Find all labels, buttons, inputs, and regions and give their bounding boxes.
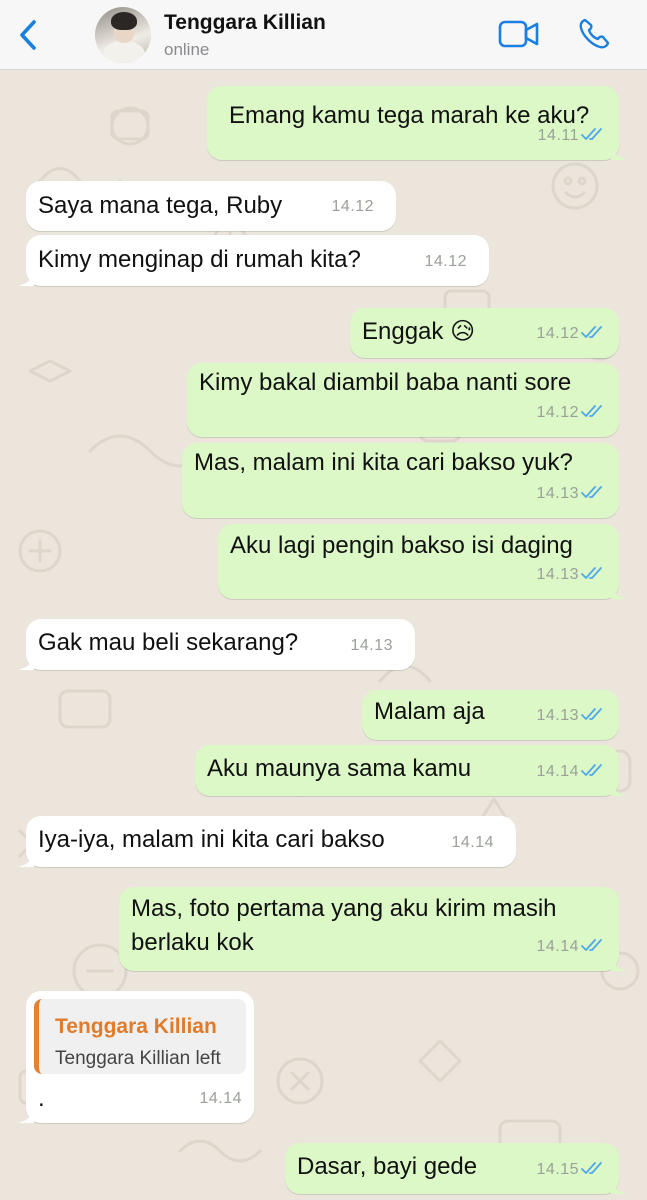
double-check-read-icon [581,486,602,498]
message-text: Mas, malam ini kita cari bakso yuk? [194,449,573,476]
bubble-tail [611,782,627,796]
bubble-tail [18,656,34,670]
message-meta: 14.11 [538,120,605,152]
chat-area[interactable]: Emang kamu tega marah ke aku? 14.11 Saya… [0,71,647,1200]
double-check-read-icon [581,128,602,140]
message-meta: 14.12 [536,397,605,429]
bubble-tail [18,272,34,286]
message-time: 14.14 [451,834,494,851]
contact-name[interactable]: Tenggara Killian [164,11,326,35]
message-text: Kimy menginap di rumah kita? [38,246,361,273]
message-time: 14.14 [536,763,579,780]
bubble-tail [611,1180,627,1194]
message-incoming[interactable]: Saya mana tega, Ruby 14.12 [26,181,396,231]
double-check-read-icon [581,939,602,951]
message-incoming[interactable]: Iya-iya, malam ini kita cari bakso 14.14 [18,816,516,867]
message-time: 14.12 [331,198,374,215]
double-check-read-icon [581,326,602,338]
message-text: Gak mau beli sekarang? [38,629,299,656]
message-time: 14.13 [536,707,579,724]
bubble-tail [611,957,627,971]
message-time: 14.14 [199,1090,242,1107]
bubble-tail [611,146,627,160]
message-text: Emang kamu tega marah ke aku? [229,102,590,129]
voice-call-button[interactable] [577,17,611,51]
message-time: 14.12 [536,325,579,342]
message-text: Aku maunya sama kamu [207,755,472,782]
video-camera-icon [498,20,539,48]
message-meta: 14.13 [536,478,605,510]
message-outgoing[interactable]: Mas, malam ini kita cari bakso yuk? 14.1… [182,443,619,518]
message-meta: 14.14 [536,756,605,788]
message-incoming[interactable]: Kimy menginap di rumah kita? 14.12 [18,235,489,286]
message-outgoing[interactable]: Kimy bakal diambil baba nanti sore 14.12 [187,363,619,437]
message-outgoing[interactable]: Enggak 😥 14.12 [350,308,619,358]
message-time: 14.13 [536,566,579,583]
message-time: 14.12 [536,404,579,421]
phone-icon [579,18,610,49]
bubble-tail [18,853,34,867]
chevron-left-icon [20,20,36,50]
bubble-tail [611,585,627,599]
double-check-read-icon [581,405,602,417]
message-text: Enggak 😥 [362,318,476,345]
quoted-author: Tenggara Killian [55,1015,217,1038]
video-call-button[interactable] [498,19,540,49]
chat-header: Tenggara Killian online [0,0,647,70]
message-text-line-1: Mas, foto pertama yang aku kirim masih [131,895,557,922]
message-meta: 14.15 [536,1154,605,1186]
message-text: Aku lagi pengin bakso isi daging [230,532,573,559]
double-check-read-icon [581,567,602,579]
contact-status: online [164,40,210,59]
message-incoming[interactable]: Gak mau beli sekarang? 14.13 [18,619,415,670]
quoted-text: Tenggara Killian left [55,1048,221,1069]
message-text-line-2: berlaku kok [131,929,254,956]
message-outgoing[interactable]: Malam aja 14.13 [362,690,619,740]
double-check-read-icon [581,708,602,720]
message-time: 14.13 [350,637,393,654]
quoted-message[interactable]: Tenggara Killian Tenggara Killian left [34,999,246,1074]
message-incoming-reply[interactable]: Tenggara Killian Tenggara Killian left .… [18,991,254,1123]
back-button[interactable] [14,16,44,54]
message-outgoing[interactable]: Aku maunya sama kamu 14.14 [195,745,627,796]
message-meta: 14.14 [536,931,605,963]
message-time: 14.14 [536,938,579,955]
message-outgoing[interactable]: Mas, foto pertama yang aku kirim masih b… [119,887,627,971]
message-meta: 14.13 [536,700,605,732]
message-meta: 14.12 [536,318,605,350]
message-time: 14.15 [536,1161,579,1178]
message-text: . [38,1085,45,1112]
message-text: Kimy bakal diambil baba nanti sore [199,369,572,396]
double-check-read-icon [581,1162,602,1174]
message-outgoing[interactable]: Emang kamu tega marah ke aku? 14.11 [207,86,627,160]
message-time: 14.11 [537,127,579,144]
bubble-tail [18,1109,34,1123]
message-text: Malam aja [374,698,485,725]
message-outgoing[interactable]: Dasar, bayi gede 14.15 [285,1143,627,1194]
message-time: 14.12 [424,253,467,270]
message-text: Iya-iya, malam ini kita cari bakso [38,826,385,853]
message-time: 14.13 [536,485,579,502]
message-text: Saya mana tega, Ruby [38,192,283,219]
message-meta: 14.13 [536,559,605,591]
message-outgoing[interactable]: Aku lagi pengin bakso isi daging 14.13 [218,524,627,599]
double-check-read-icon [581,764,602,776]
message-text: Dasar, bayi gede [297,1153,478,1180]
avatar[interactable] [95,7,151,63]
